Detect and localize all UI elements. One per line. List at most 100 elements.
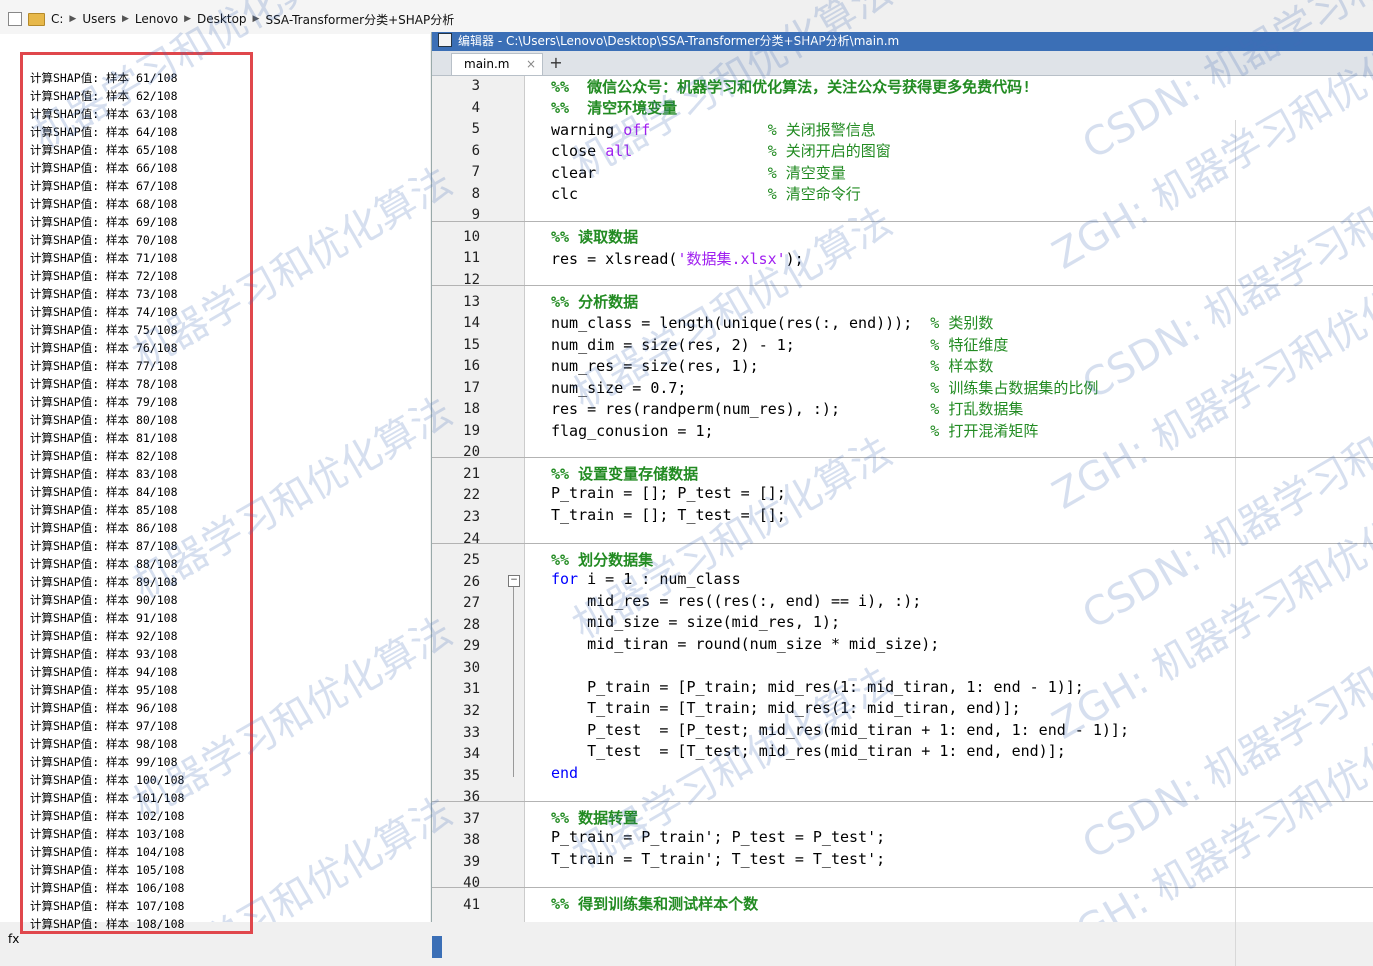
line-number: 11 [463, 250, 480, 267]
line-number: 18 [463, 401, 480, 418]
crumb-project[interactable]: SSA-Transformer分类+SHAP分析 [265, 11, 454, 28]
tab-main[interactable]: main.m × [451, 53, 543, 75]
command-window[interactable]: 计算SHAP值: 样本 61/108 计算SHAP值: 样本 62/108 计算SH… [0, 34, 430, 946]
folder-icon [28, 12, 45, 26]
output-line: 计算SHAP值: 样本 108/108 [30, 917, 185, 931]
output-line: 计算SHAP值: 样本 72/108 [30, 269, 178, 283]
close-icon[interactable]: × [526, 54, 536, 74]
crumb-lenovo[interactable]: Lenovo [135, 12, 178, 26]
line-number: 35 [463, 767, 480, 784]
line-number: 8 [471, 185, 480, 202]
code-line: P_train = []; P_test = []; [551, 484, 786, 502]
code-line: T_train = [T_train; mid_res(1: mid_tiran… [551, 699, 1021, 717]
editor-panel[interactable]: 编辑器 - C:\Users\Lenovo\Desktop\SSA-Transf… [431, 32, 1373, 966]
line-number: 38 [463, 832, 480, 849]
add-tab-button[interactable]: + [545, 53, 567, 75]
code-line: flag_conusion = 1; % 打开混淆矩阵 [551, 422, 1039, 440]
command-prompt[interactable]: fx [8, 932, 19, 946]
editor-titlebar: 编辑器 - C:\Users\Lenovo\Desktop\SSA-Transf… [432, 32, 1373, 51]
output-line: 计算SHAP值: 样本 76/108 [30, 341, 178, 355]
code-line: num_size = 0.7; % 训练集占数据集的比例 [551, 379, 1099, 397]
chevron-right-icon: ▶ [184, 14, 192, 24]
output-line: 计算SHAP值: 样本 69/108 [30, 215, 178, 229]
crumb-desktop[interactable]: Desktop [197, 12, 247, 26]
line-number: 22 [463, 487, 480, 504]
line-number: 23 [463, 509, 480, 525]
output-line: 计算SHAP值: 样本 73/108 [30, 287, 178, 301]
code-line: num_class = length(unique(res(:, end)));… [551, 314, 994, 332]
output-line: 计算SHAP值: 样本 107/108 [30, 899, 185, 913]
output-line: 计算SHAP值: 样本 105/108 [30, 863, 185, 877]
line-number: 28 [463, 616, 480, 633]
code-line: %% 数据转置 [551, 809, 639, 827]
code-line: P_test = [P_test; mid_res(mid_tiran + 1:… [551, 721, 1129, 739]
code-line: clear % 清空变量 [551, 164, 846, 182]
output-line: 计算SHAP值: 样本 106/108 [30, 881, 185, 895]
line-number: 6 [471, 142, 480, 159]
output-line: 计算SHAP值: 样本 77/108 [30, 359, 178, 373]
output-line: 计算SHAP值: 样本 67/108 [30, 179, 178, 193]
output-line: 计算SHAP值: 样本 89/108 [30, 575, 178, 589]
code-line: T_test = [T_test; mid_res(mid_tiran + 1:… [551, 742, 1066, 760]
output-line: 计算SHAP值: 样本 101/108 [30, 791, 185, 805]
line-number: 29 [463, 638, 480, 655]
output-line: 计算SHAP值: 样本 66/108 [30, 161, 178, 175]
line-number: 13 [463, 293, 480, 310]
chevron-right-icon: ▶ [69, 14, 77, 24]
output-line: 计算SHAP值: 样本 88/108 [30, 557, 178, 571]
code-line: warning off % 关闭报警信息 [551, 121, 876, 139]
output-line: 计算SHAP值: 样本 97/108 [30, 719, 178, 733]
code-line: close all % 关闭开启的图窗 [551, 142, 891, 160]
output-line: 计算SHAP值: 样本 103/108 [30, 827, 185, 841]
code-line: num_res = size(res, 1); % 样本数 [551, 357, 994, 375]
fold-toggle[interactable]: − [508, 575, 520, 587]
line-number: 26 [463, 573, 480, 590]
output-line: 计算SHAP值: 样本 75/108 [30, 323, 178, 337]
output-line: 计算SHAP值: 样本 93/108 [30, 647, 178, 661]
output-line: 计算SHAP值: 样本 74/108 [30, 305, 178, 319]
line-number: 39 [463, 853, 480, 870]
code-line: %% 划分数据集 [551, 551, 654, 569]
output-line: 计算SHAP值: 样本 104/108 [30, 845, 185, 859]
line-number: 36 [463, 789, 480, 806]
crumb-drive[interactable]: C: [51, 12, 63, 26]
section-divider [432, 457, 1373, 458]
editor-title: 编辑器 - C:\Users\Lenovo\Desktop\SSA-Transf… [458, 34, 900, 48]
line-number: 21 [463, 465, 480, 482]
code-line: P_train = P_train'; P_test = P_test'; [551, 828, 886, 846]
line-number-gutter: 3 4 5 6 7 8 9 10 11 12 13 14 15 16 17 18 19 20 21 22 23 24 25 2… [432, 76, 525, 922]
output-line: 计算SHAP值: 样本 65/108 [30, 143, 178, 157]
line-number: 25 [463, 552, 480, 569]
line-number: 32 [463, 702, 480, 719]
output-line: 计算SHAP值: 样本 99/108 [30, 755, 178, 769]
code-line: P_train = [P_train; mid_res(1: mid_tiran… [551, 678, 1084, 696]
command-output: 计算SHAP值: 样本 61/108 计算SHAP值: 样本 62/108 计算SH… [30, 69, 184, 933]
output-line: 计算SHAP值: 样本 79/108 [30, 395, 178, 409]
line-number: 41 [463, 896, 480, 913]
code-line: clc % 清空命令行 [551, 185, 861, 203]
code-line: res = res(randperm(num_res), :); % 打乱数据集 [551, 400, 1024, 418]
code-line: %% 清空环境变量 [551, 99, 678, 117]
line-number: 15 [463, 336, 480, 353]
code-line: mid_size = size(mid_res, 1); [551, 613, 840, 631]
line-number: 37 [463, 810, 480, 827]
line-number: 24 [463, 530, 480, 547]
output-line: 计算SHAP值: 样本 91/108 [30, 611, 178, 625]
crumb-users[interactable]: Users [82, 12, 116, 26]
line-number: 4 [471, 99, 480, 116]
line-number: 19 [463, 422, 480, 439]
code-line: end [551, 764, 579, 782]
output-line: 计算SHAP值: 样本 70/108 [30, 233, 178, 247]
line-number: 16 [463, 358, 480, 375]
address-bar[interactable]: C: ▶ Users ▶ Lenovo ▶ Desktop ▶ SSA-Tran… [0, 0, 560, 34]
output-line: 计算SHAP值: 样本 96/108 [30, 701, 178, 715]
code-line: %% 微信公众号：机器学习和优化算法，关注公众号获得更多免费代码! [551, 78, 1032, 96]
output-line: 计算SHAP值: 样本 86/108 [30, 521, 178, 535]
output-line: 计算SHAP值: 样本 61/108 [30, 71, 178, 85]
output-line: 计算SHAP值: 样本 71/108 [30, 251, 178, 265]
breadcrumb: C: ▶ Users ▶ Lenovo ▶ Desktop ▶ SSA-Tran… [8, 10, 460, 28]
code-line: %% 得到训练集和测试样本个数 [551, 895, 759, 913]
output-line: 计算SHAP值: 样本 84/108 [30, 485, 178, 499]
line-number: 30 [463, 659, 480, 676]
code-area[interactable]: 3 4 5 6 7 8 9 10 11 12 13 14 15 16 17 18 19 20 21 22 23 24 25 2… [432, 76, 1373, 966]
